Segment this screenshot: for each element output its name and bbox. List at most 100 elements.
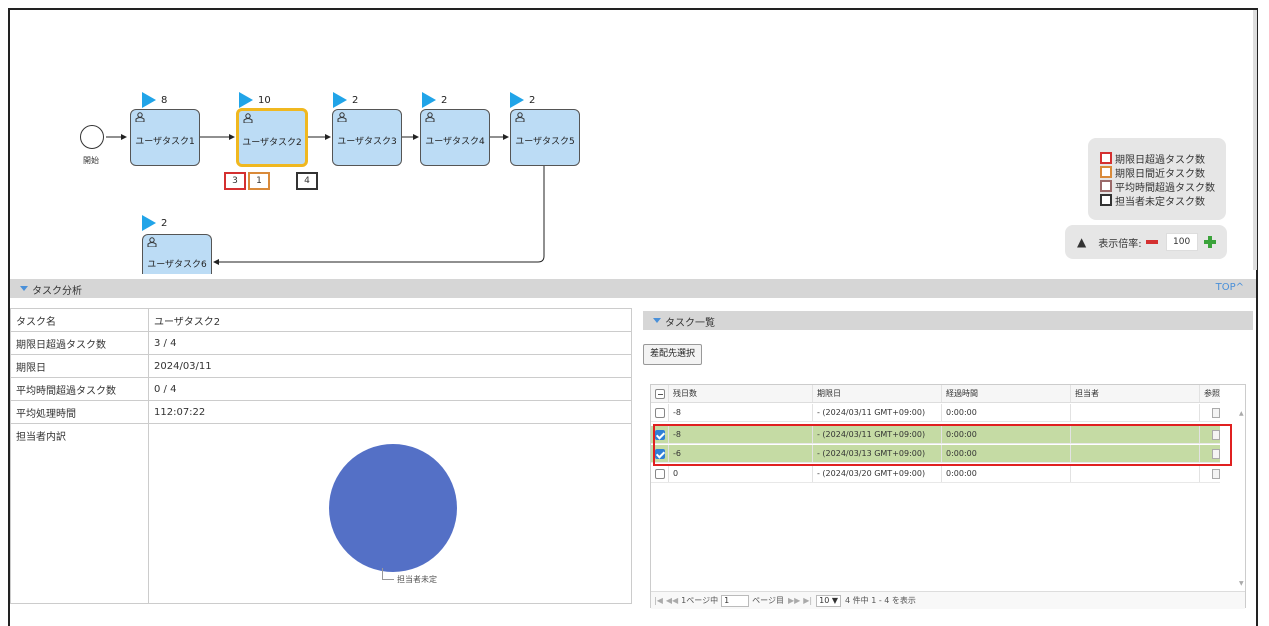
field-key: 期限日 [10, 354, 149, 378]
task-1-label: ユーザタスク1 [135, 137, 195, 147]
zoom-out-button[interactable] [1145, 240, 1158, 244]
due-date-value: 2024/03/11 [148, 354, 632, 378]
elapsed-cell: 0:00:00 [942, 465, 1071, 482]
top-link-label: TOP [1215, 282, 1236, 293]
col-due[interactable]: 期限日 [813, 385, 942, 402]
diagram-scrollbar[interactable] [1253, 10, 1257, 270]
start-event[interactable] [80, 125, 104, 149]
col-days[interactable]: 残日数 [669, 385, 813, 402]
assignee-cell [1071, 404, 1200, 421]
overdue-count-badge[interactable]: 3 [224, 172, 246, 190]
legend-swatch [1100, 180, 1112, 192]
col-elapsed[interactable]: 経過時間 [942, 385, 1071, 402]
per-page-value: 10 [819, 595, 830, 605]
zoom-in-button[interactable] [1203, 236, 1216, 248]
task-4-label: ユーザタスク4 [425, 137, 485, 147]
task-node-5[interactable]: ユーザタスク5 [510, 109, 580, 166]
user-icon [243, 113, 253, 123]
scroll-down-icon[interactable]: ▼ [1239, 580, 1244, 587]
scroll-up-icon[interactable]: ▲ [1239, 410, 1244, 417]
near-due-count-badge[interactable]: 1 [248, 172, 270, 190]
collapse-arrow-icon [653, 318, 661, 323]
field-key: タスク名 [10, 308, 149, 332]
grid-header: 残日数 期限日 経過時間 担当者 参照 [651, 385, 1220, 403]
start-event-label: 開始 [83, 156, 99, 165]
task-node-4[interactable]: ユーザタスク4 [420, 109, 490, 166]
chevron-down-icon: ▼ [831, 595, 839, 605]
count-flag-icon [142, 92, 156, 108]
col-assignee[interactable]: 担当者 [1071, 385, 1200, 402]
assignee-breakdown-cell: 担当者未定 [148, 423, 632, 604]
document-icon[interactable] [1212, 407, 1220, 418]
per-page-select[interactable]: 10 ▼ [816, 594, 842, 607]
count-flag-icon [510, 92, 524, 108]
unassigned-count-badge[interactable]: 4 [296, 172, 318, 190]
assign-select-button[interactable]: 差配先選択 [643, 344, 703, 365]
document-icon[interactable] [1212, 468, 1220, 479]
task-list-title: タスク一覧 [665, 318, 715, 329]
task-name-value: ユーザタスク2 [148, 308, 632, 332]
prev-page-icon[interactable]: ◀◀ [666, 596, 678, 605]
select-all-checkbox[interactable] [655, 388, 665, 399]
analysis-header[interactable]: タスク分析 TOP^ [10, 279, 1256, 298]
task-6-label: ユーザタスク6 [147, 260, 207, 270]
row-checkbox[interactable] [655, 468, 665, 479]
task-2-label: ユーザタスク2 [242, 138, 302, 148]
caret-up-icon: ^ [1235, 282, 1244, 293]
pager-prefix: 1ページ中 [681, 596, 719, 605]
table-row[interactable]: -8 - (2024/03/11 GMT+09:00) 0:00:00 [651, 404, 1220, 422]
process-diagram: 開始 8 ユーザタスク1 10 ユーザタスク2 3 1 4 2 ユーザタスク3 … [10, 10, 1256, 274]
pager-summary: 4 件中 1 - 4 を表示 [845, 596, 916, 605]
user-icon [425, 112, 435, 122]
row-checkbox[interactable] [655, 407, 665, 418]
next-page-icon[interactable]: ▶▶ [788, 596, 800, 605]
task-node-6[interactable]: ユーザタスク6 [142, 234, 212, 274]
analysis-title: タスク分析 [32, 286, 82, 297]
field-key: 平均処理時間 [10, 400, 149, 424]
field-key: 平均時間超過タスク数 [10, 377, 149, 401]
zoom-control: ▲ 表示倍率: 100 [1065, 225, 1227, 259]
col-ref[interactable]: 参照 [1200, 385, 1220, 402]
task-list-header[interactable]: タスク一覧 [643, 311, 1253, 330]
count-flag-icon [142, 215, 156, 231]
assignee-cell [1071, 465, 1200, 482]
task-node-3[interactable]: ユーザタスク3 [332, 109, 402, 166]
legend-label: 期限日間近タスク数 [1115, 168, 1205, 180]
task-4-count: 2 [441, 95, 448, 106]
task-3-count: 2 [352, 95, 359, 106]
task-3-label: ユーザタスク3 [337, 137, 397, 147]
zoom-value-input[interactable]: 100 [1165, 233, 1198, 251]
pager: |◀ ◀◀ 1ページ中 1 ページ目 ▶▶ ▶| 10 ▼ 4 件中 1 - 4… [651, 591, 1245, 609]
task-6-count: 2 [161, 218, 168, 229]
overdue-ratio-value: 3 / 4 [148, 331, 632, 355]
user-icon [515, 112, 525, 122]
field-key: 担当者内訳 [10, 423, 149, 604]
legend-label: 期限日超過タスク数 [1115, 154, 1205, 166]
top-link[interactable]: TOP^ [1216, 282, 1244, 293]
table-row[interactable]: 0 - (2024/03/20 GMT+09:00) 0:00:00 [651, 465, 1220, 483]
select-all-cell[interactable] [651, 385, 669, 402]
avg-time-value: 112:07:22 [148, 400, 632, 424]
avg-over-ratio-value: 0 / 4 [148, 377, 632, 401]
due-cell: - (2024/03/11 GMT+09:00) [813, 404, 942, 421]
analysis-table: タスク名 ユーザタスク2 期限日超過タスク数 3 / 4 期限日 2024/03/11… [10, 308, 632, 604]
user-icon [135, 112, 145, 122]
collapse-arrow-icon [20, 286, 28, 291]
assignee-pie-slice[interactable] [329, 444, 457, 572]
zoom-label: 表示倍率: [1098, 238, 1142, 250]
task-2-count: 10 [258, 95, 271, 106]
due-cell: - (2024/03/20 GMT+09:00) [813, 465, 942, 482]
task-node-1[interactable]: ユーザタスク1 [130, 109, 200, 166]
task-grid: 残日数 期限日 経過時間 担当者 参照 -8 - (2024/03/11 GMT… [650, 384, 1246, 609]
pie-leader-line [382, 579, 394, 580]
first-page-icon[interactable]: |◀ [654, 596, 663, 605]
last-page-icon[interactable]: ▶| [803, 596, 812, 605]
legend-item-unassigned: 担当者未定タスク数 [1100, 192, 1226, 208]
field-key: 期限日超過タスク数 [10, 331, 149, 355]
legend-label: 平均時間超過タスク数 [1115, 182, 1215, 194]
home-icon[interactable]: ▲ [1077, 235, 1086, 249]
count-flag-icon [422, 92, 436, 108]
page-input[interactable]: 1 [721, 594, 750, 607]
task-node-2-selected[interactable]: ユーザタスク2 [236, 108, 308, 167]
legend-swatch [1100, 194, 1112, 206]
